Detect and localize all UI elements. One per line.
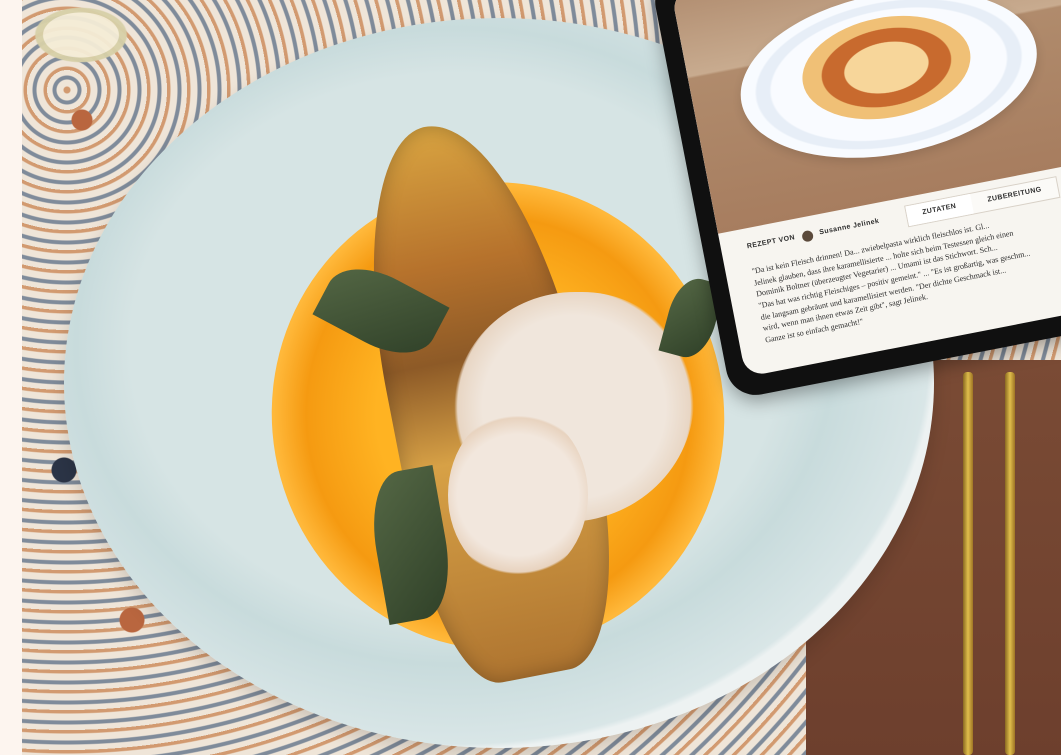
tablet-screen: REZEPT VON Susanne Jelinek ZUTATEN ZUBER… bbox=[671, 0, 1061, 378]
chopstick bbox=[963, 372, 973, 755]
author-avatar bbox=[800, 229, 814, 243]
food-photo-scene: REZEPT VON Susanne Jelinek ZUTATEN ZUBER… bbox=[0, 0, 1061, 755]
chopstick bbox=[1005, 372, 1015, 755]
chopsticks bbox=[963, 372, 1033, 755]
author-name: Susanne Jelinek bbox=[818, 217, 880, 237]
drinking-glass bbox=[22, 0, 140, 70]
recipe-label: REZEPT VON bbox=[746, 234, 796, 251]
tab-ingredients[interactable]: ZUTATEN bbox=[904, 193, 974, 227]
cream-sauce-drip bbox=[448, 410, 588, 580]
